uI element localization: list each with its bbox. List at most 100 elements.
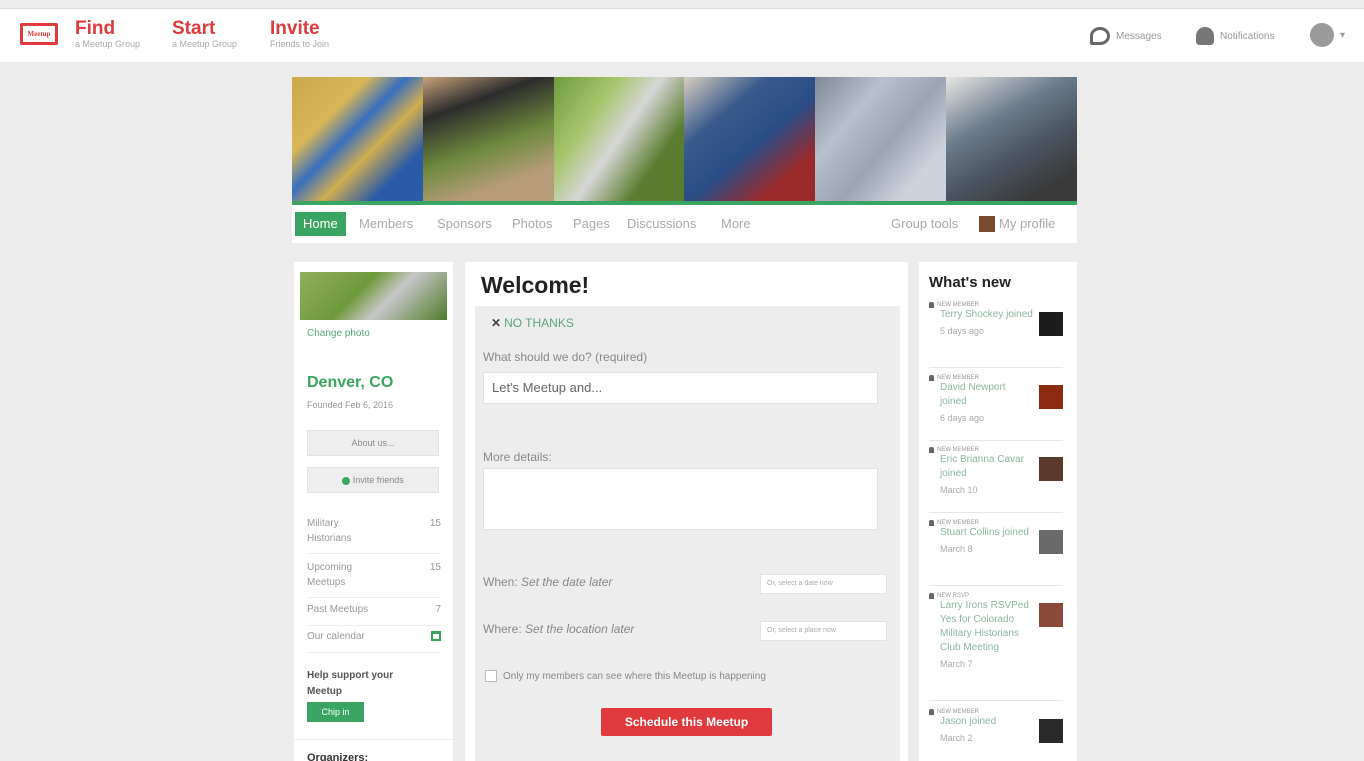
activity-text: Stuart Collins joined: [940, 527, 1029, 538]
what-label: What should we do? (required): [483, 350, 648, 364]
find-sub: a Meetup Group: [75, 39, 141, 49]
banner-photo: [553, 77, 685, 201]
when-row: When: Set the date later: [483, 575, 612, 589]
person-icon: [929, 709, 934, 715]
notifications-link[interactable]: Notifications: [1196, 27, 1274, 45]
invite-friends-label: Invite friends: [352, 475, 404, 485]
person-icon: [929, 520, 934, 526]
invite-sub: Friends to Join: [270, 39, 330, 49]
start-label: Start: [172, 18, 216, 39]
whats-new-title: What's new: [929, 274, 1011, 291]
group-city[interactable]: Denver, CO: [307, 374, 393, 392]
what-input[interactable]: Let's Meetup and...: [483, 372, 878, 404]
banner-photo: [946, 77, 1077, 201]
activity-date: 6 days ago: [940, 413, 985, 423]
stat-past[interactable]: Past Meetups 7: [307, 604, 441, 626]
stat-value: 15: [429, 518, 441, 529]
activity-text: Jason joined: [940, 716, 997, 727]
activity-text: Larry Irons RSVPed Yes for Colorado Mili…: [940, 600, 1029, 653]
where-label: Where:: [483, 622, 522, 636]
details-label: More details:: [483, 450, 552, 464]
member-thumbnail[interactable]: [1039, 603, 1063, 627]
top-navigation: Meetup Find a Meetup Group Start a Meetu…: [0, 8, 1364, 62]
list-item[interactable]: NEW MEMBER Eric Brianna Cavar joined Mar…: [929, 447, 1063, 513]
activity-text: Eric Brianna Cavar joined: [940, 454, 1024, 479]
when-value[interactable]: Set the date later: [521, 575, 612, 589]
invite-friends-button[interactable]: Invite friends: [307, 467, 439, 493]
no-thanks-link[interactable]: ✕ NO THANKS: [491, 316, 574, 330]
change-photo-link[interactable]: Change photo: [307, 328, 370, 339]
member-thumbnail[interactable]: [1039, 457, 1063, 481]
find-link[interactable]: Find a Meetup Group: [75, 19, 140, 50]
person-icon: [929, 302, 934, 308]
activity-text: Terry Shockey joined: [940, 309, 1033, 320]
message-bubble-icon: [1090, 27, 1110, 45]
notifications-label: Notifications: [1220, 30, 1275, 42]
find-label: Find: [75, 18, 116, 39]
help-support-text: Help support your Meetup: [307, 670, 394, 697]
meetup-logo[interactable]: Meetup: [20, 23, 58, 45]
tab-members[interactable]: Members: [359, 212, 413, 236]
group-banner: [292, 77, 1077, 201]
start-link[interactable]: Start a Meetup Group: [172, 19, 237, 50]
person-icon: [929, 375, 934, 381]
group-tools-link[interactable]: Group tools: [891, 212, 958, 236]
stat-members[interactable]: Military Historians 15: [307, 516, 441, 554]
founded-date: Founded Feb 6, 2016: [307, 400, 394, 410]
tab-sponsors[interactable]: Sponsors: [437, 212, 492, 236]
stat-label: Upcoming Meetups: [307, 562, 353, 588]
tab-photos[interactable]: Photos: [512, 212, 552, 236]
list-item[interactable]: NEW MEMBER Jason joined March 2: [929, 709, 1063, 761]
date-picker-input[interactable]: Or, select a date now: [760, 574, 887, 594]
profile-menu[interactable]: ▾: [1310, 23, 1345, 47]
member-thumbnail[interactable]: [1039, 312, 1063, 336]
schedule-meetup-button[interactable]: Schedule this Meetup: [601, 708, 772, 736]
invite-label: Invite: [270, 18, 320, 39]
stat-label: Our calendar: [307, 631, 365, 642]
list-item[interactable]: NEW MEMBER Terry Shockey joined 5 days a…: [929, 302, 1063, 368]
tab-pages[interactable]: Pages: [573, 212, 610, 236]
calendar-link[interactable]: Our calendar: [307, 631, 441, 653]
stat-value: 7: [435, 604, 441, 615]
banner-photo: [422, 77, 554, 201]
members-only-label: Only my members can see where this Meetu…: [503, 671, 766, 682]
member-thumbnail[interactable]: [1039, 530, 1063, 554]
tab-home[interactable]: Home: [295, 212, 346, 236]
tab-more[interactable]: More: [721, 212, 751, 236]
group-photo: [300, 272, 447, 320]
members-only-checkbox[interactable]: [485, 670, 497, 682]
when-label: When:: [483, 575, 518, 589]
activity-text: David Newport joined: [940, 382, 1006, 407]
place-picker-input[interactable]: Or, select a place now: [760, 621, 887, 641]
my-profile-label: My profile: [999, 216, 1056, 231]
member-thumbnail[interactable]: [1039, 385, 1063, 409]
stat-value: 15: [429, 562, 441, 573]
my-profile-link[interactable]: My profile: [979, 212, 1055, 236]
list-item[interactable]: NEW MEMBER David Newport joined 6 days a…: [929, 375, 1063, 441]
group-nav: Home Members Sponsors Photos Pages Discu…: [292, 205, 1077, 243]
calendar-icon: [431, 631, 441, 641]
close-icon: ✕: [491, 316, 502, 330]
tab-discussions[interactable]: Discussions: [627, 212, 696, 236]
person-icon: [929, 447, 934, 453]
invite-link[interactable]: Invite Friends to Join: [270, 19, 329, 50]
divider: [294, 739, 453, 740]
banner-photo: [292, 77, 423, 201]
banner-photo: [815, 77, 947, 201]
bell-icon: [1196, 27, 1214, 45]
list-item[interactable]: NEW MEMBER Stuart Collins joined March 8: [929, 520, 1063, 586]
logo-text: Meetup: [27, 30, 51, 38]
where-row: Where: Set the location later: [483, 622, 634, 636]
stat-upcoming[interactable]: Upcoming Meetups 15: [307, 560, 441, 598]
list-item[interactable]: NEW RSVP Larry Irons RSVPed Yes for Colo…: [929, 593, 1063, 701]
stat-label: Military Historians: [307, 518, 352, 544]
avatar: [1310, 23, 1334, 47]
messages-link[interactable]: Messages: [1090, 27, 1162, 45]
no-thanks-label: NO THANKS: [504, 316, 574, 330]
chip-in-button[interactable]: Chip in: [307, 702, 364, 722]
welcome-heading: Welcome!: [481, 272, 590, 298]
where-value[interactable]: Set the location later: [525, 622, 634, 636]
member-thumbnail[interactable]: [1039, 719, 1063, 743]
details-textarea[interactable]: [483, 468, 878, 530]
about-us-button[interactable]: About us...: [307, 430, 439, 456]
